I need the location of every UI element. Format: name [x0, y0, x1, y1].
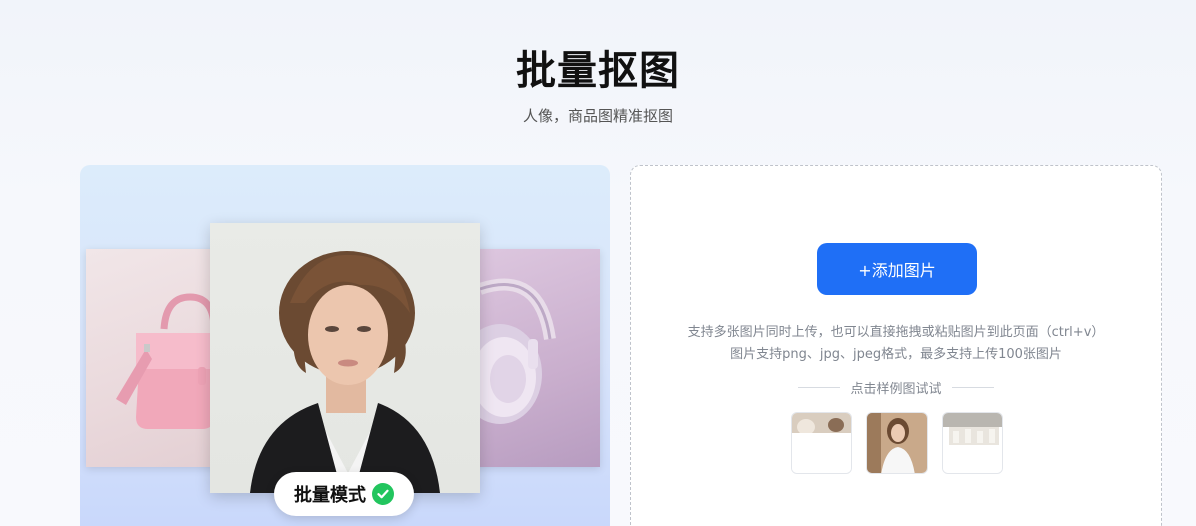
upload-hint-line1: 支持多张图片同时上传，也可以直接拖拽或粘贴图片到此页面（ctrl+v）: [687, 325, 1105, 340]
sample-thumbnail-3[interactable]: [941, 412, 1003, 474]
divider-line-left: [798, 387, 841, 388]
check-circle-icon: [372, 483, 394, 505]
upload-dropzone[interactable]: +添加图片 支持多张图片同时上传，也可以直接拖拽或粘贴图片到此页面（ctrl+v…: [630, 165, 1162, 526]
page-title: 批量抠图: [516, 48, 680, 94]
sample-divider: 点击样例图试试: [631, 378, 1161, 397]
showcase-panel: 批量模式: [80, 165, 610, 526]
headphones-sample-image: [458, 249, 600, 467]
add-image-button[interactable]: +添加图片: [817, 243, 977, 295]
batch-mode-badge: 批量模式: [274, 472, 414, 516]
sample-thumbnail-1[interactable]: [791, 412, 853, 474]
portrait-sample-image: [210, 223, 480, 493]
sample-thumbnails: [791, 412, 1003, 474]
sample-thumbnail-2[interactable]: [866, 412, 928, 474]
batch-mode-label: 批量模式: [294, 485, 366, 506]
sample-label: 点击样例图试试: [850, 382, 942, 397]
divider-line-right: [951, 387, 994, 388]
page: 批量抠图 人像，商品图精准抠图 批量模式 +添加图片 支持多张图片同时上传，也可…: [0, 0, 1196, 526]
page-subtitle: 人像，商品图精准抠图: [522, 107, 673, 125]
upload-hint-line2: 图片支持png、jpg、jpeg格式，最多支持上传100张图片: [730, 347, 1062, 362]
handbag-sample-image: [86, 249, 226, 467]
